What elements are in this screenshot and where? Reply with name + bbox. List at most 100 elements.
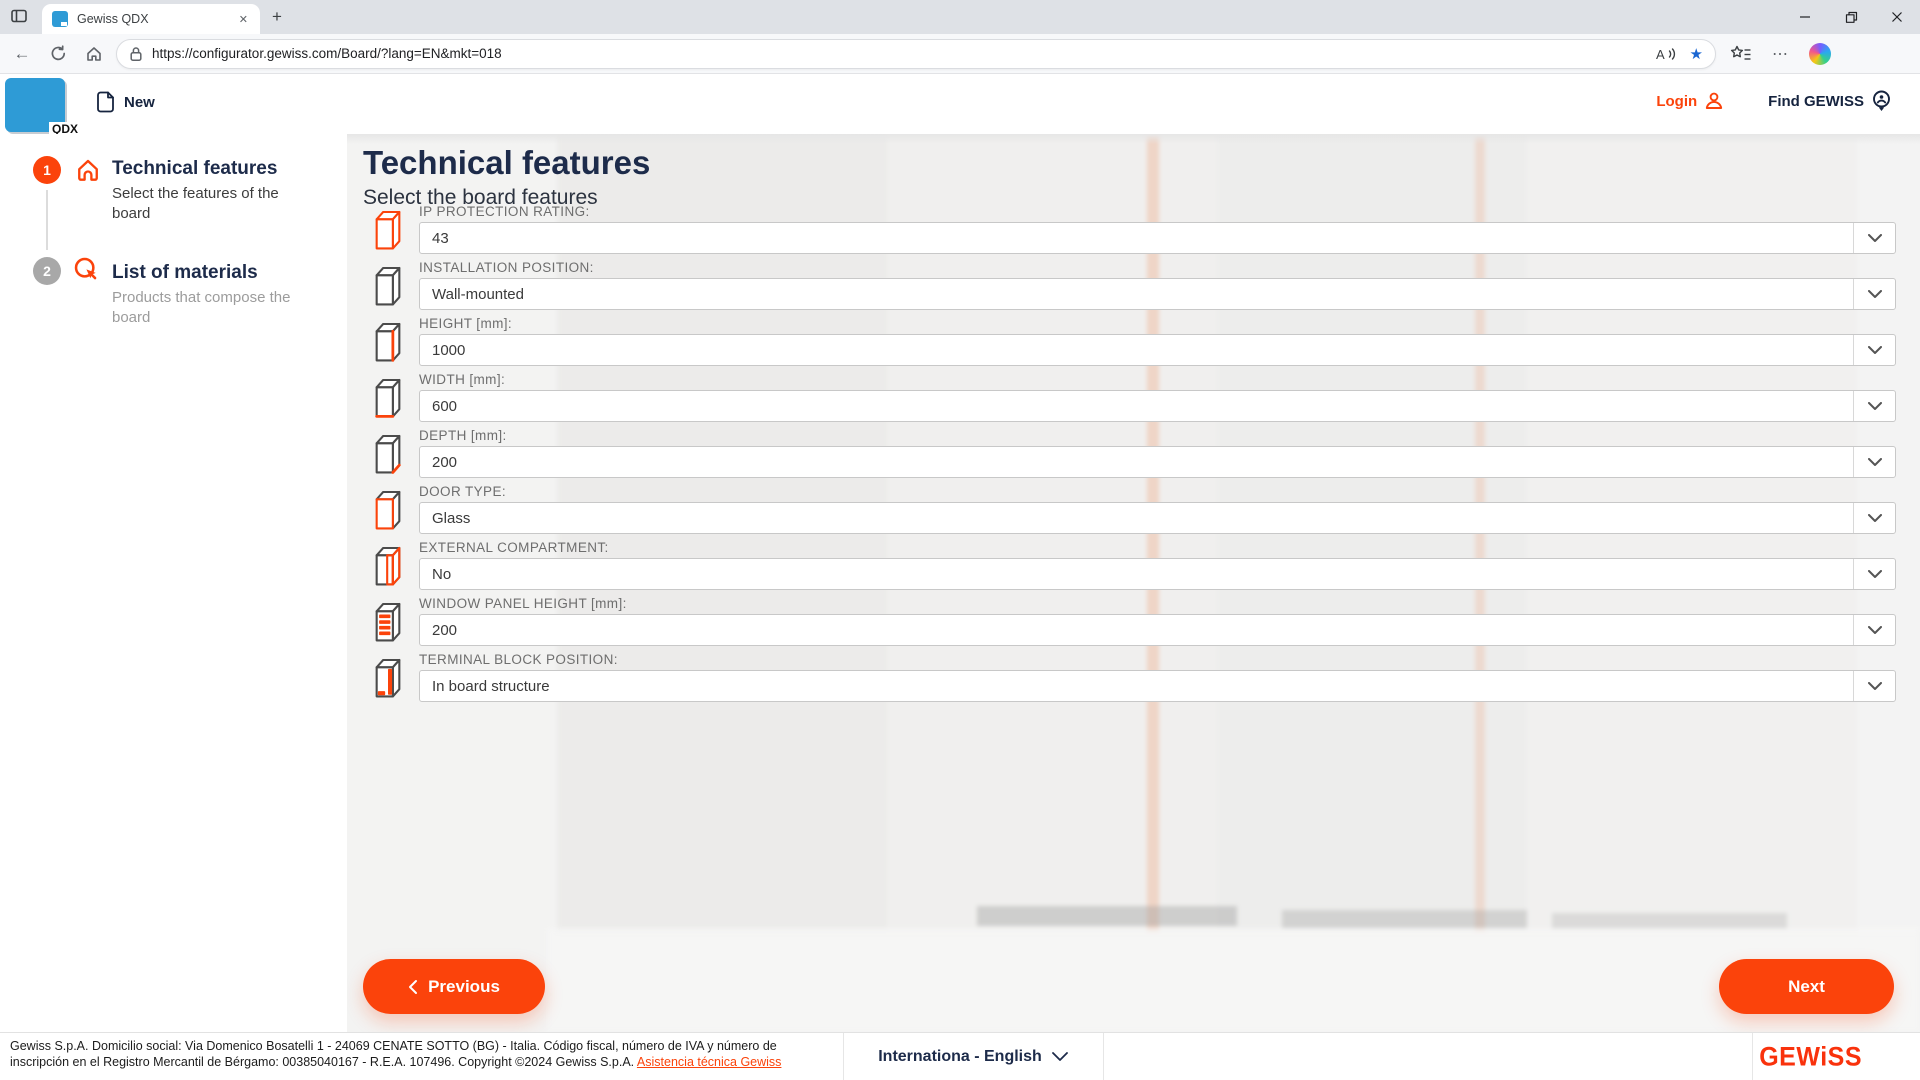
- new-tab-button[interactable]: +: [272, 8, 282, 26]
- cabinet-height-icon: [371, 317, 405, 365]
- support-link[interactable]: Asistencia técnica Gewiss: [637, 1055, 782, 1069]
- browser-tab-bar: Gewiss QDX ✕ +: [0, 0, 1920, 34]
- field-label: HEIGHT [mm]:: [419, 316, 512, 331]
- main-panel: Technical features Select the board feat…: [347, 134, 1920, 1032]
- refresh-icon[interactable]: [44, 40, 72, 68]
- app-header: QDX New Login Find GEWISS: [0, 74, 1920, 134]
- field-row-external-compartment: EXTERNAL COMPARTMENT: No: [347, 536, 1920, 592]
- field-label: INSTALLATION POSITION:: [419, 260, 594, 275]
- chevron-down-icon[interactable]: [1853, 503, 1895, 533]
- previous-label: Previous: [428, 977, 500, 997]
- gewiss-logo[interactable]: GEWiSS: [1759, 1042, 1862, 1073]
- browser-menu-icon[interactable]: ⋯: [1772, 44, 1789, 64]
- select-value: 600: [420, 398, 457, 415]
- sidebar-item-technical-features[interactable]: Technical features: [112, 158, 277, 180]
- previous-button[interactable]: Previous: [363, 959, 545, 1014]
- door-type-select[interactable]: Glass: [419, 502, 1896, 534]
- minimize-button[interactable]: [1782, 0, 1828, 34]
- select-value: 200: [420, 622, 457, 639]
- new-board-button[interactable]: New: [95, 90, 155, 114]
- footer-divider: [1752, 1033, 1753, 1080]
- terminal-block-position-select[interactable]: In board structure: [419, 670, 1896, 702]
- select-value: Glass: [420, 510, 470, 527]
- select-value: In board structure: [420, 678, 550, 695]
- depth-select[interactable]: 200: [419, 446, 1896, 478]
- login-label: Login: [1656, 93, 1697, 110]
- field-row-terminal-block: TERMINAL BLOCK POSITION: In board struct…: [347, 648, 1920, 704]
- field-label: DOOR TYPE:: [419, 484, 506, 499]
- field-label: TERMINAL BLOCK POSITION:: [419, 652, 618, 667]
- external-compartment-select[interactable]: No: [419, 558, 1896, 590]
- chevron-left-icon: [408, 979, 418, 995]
- field-row-width: WIDTH [mm]: 600: [347, 368, 1920, 424]
- step-2-badge: 2: [33, 257, 61, 285]
- select-value: Wall-mounted: [420, 286, 524, 303]
- window-panel-height-select[interactable]: 200: [419, 614, 1896, 646]
- next-label: Next: [1788, 977, 1825, 997]
- height-select[interactable]: 1000: [419, 334, 1896, 366]
- restore-button[interactable]: [1828, 0, 1874, 34]
- browser-tab[interactable]: Gewiss QDX ✕: [42, 4, 260, 34]
- chevron-down-icon[interactable]: [1853, 391, 1895, 421]
- chevron-down-icon[interactable]: [1853, 615, 1895, 645]
- find-gewiss-button[interactable]: Find GEWISS: [1768, 90, 1892, 112]
- next-button[interactable]: Next: [1719, 959, 1894, 1014]
- chevron-down-icon[interactable]: [1853, 279, 1895, 309]
- toolbar-right-icons: ⋯: [1730, 43, 1831, 65]
- field-label: WIDTH [mm]:: [419, 372, 505, 387]
- login-button[interactable]: Login: [1656, 91, 1724, 111]
- address-bar[interactable]: https://configurator.gewiss.com/Board/?l…: [116, 39, 1716, 69]
- find-gewiss-label: Find GEWISS: [1768, 93, 1864, 110]
- page-title: Technical features: [363, 144, 650, 182]
- cabinet-compartment-icon: [371, 541, 405, 589]
- chevron-down-icon[interactable]: [1853, 335, 1895, 365]
- materials-search-icon: [72, 255, 102, 285]
- home-icon[interactable]: [80, 40, 108, 68]
- sidebar-item-list-of-materials[interactable]: List of materials: [112, 262, 258, 284]
- svg-text:A: A: [1656, 47, 1665, 62]
- collections-icon[interactable]: [1730, 45, 1752, 63]
- width-select[interactable]: 600: [419, 390, 1896, 422]
- field-row-ip-rating: IP PROTECTION RATING: 43: [347, 200, 1920, 256]
- user-icon: [1704, 91, 1724, 111]
- tab-title: Gewiss QDX: [77, 12, 235, 26]
- language-selector[interactable]: Internationa - English: [843, 1033, 1103, 1080]
- tab-close-icon[interactable]: ✕: [235, 11, 252, 28]
- favorite-star-icon[interactable]: ★: [1690, 45, 1703, 63]
- back-icon[interactable]: ←: [8, 40, 36, 68]
- language-label: Internationa - English: [878, 1048, 1042, 1066]
- cabinet-door-icon: [371, 485, 405, 533]
- board-feature-form: IP PROTECTION RATING: 43 INSTALLATION PO…: [347, 200, 1920, 704]
- new-document-icon: [95, 90, 117, 114]
- header-actions: Login Find GEWISS: [1656, 90, 1892, 112]
- field-row-installation: INSTALLATION POSITION: Wall-mounted: [347, 256, 1920, 312]
- field-label: IP PROTECTION RATING:: [419, 204, 590, 219]
- url-text[interactable]: https://configurator.gewiss.com/Board/?l…: [152, 46, 1644, 61]
- chevron-down-icon[interactable]: [1853, 223, 1895, 253]
- installation-position-select[interactable]: Wall-mounted: [419, 278, 1896, 310]
- cabinet-window-panel-icon: [371, 597, 405, 645]
- copilot-icon[interactable]: [1809, 43, 1831, 65]
- legal-text: Gewiss S.p.A. Domicilio social: Via Dome…: [10, 1039, 810, 1070]
- step-1-subtitle: Select the features of the board: [112, 184, 317, 224]
- browser-window: Gewiss QDX ✕ + ← https://configurator.ge: [0, 0, 1920, 1080]
- lock-icon: [129, 46, 143, 62]
- chevron-down-icon[interactable]: [1853, 559, 1895, 589]
- chevron-down-icon[interactable]: [1853, 671, 1895, 701]
- new-label: New: [124, 94, 155, 111]
- browser-toolbar: ← https://configurator.gewiss.com/Board/…: [0, 34, 1920, 74]
- close-window-button[interactable]: [1874, 0, 1920, 34]
- read-aloud-icon[interactable]: A: [1656, 46, 1678, 62]
- qdx-logo[interactable]: QDX: [5, 78, 65, 132]
- field-row-door-type: DOOR TYPE: Glass: [347, 480, 1920, 536]
- ip-rating-select[interactable]: 43: [419, 222, 1896, 254]
- footer-divider: [1103, 1033, 1104, 1080]
- tab-actions-icon[interactable]: [10, 7, 28, 25]
- app-body: 1 Technical features Select the features…: [0, 134, 1920, 1032]
- cabinet-depth-icon: [371, 429, 405, 477]
- cabinet-installation-icon: [371, 261, 405, 309]
- field-label: WINDOW PANEL HEIGHT [mm]:: [419, 596, 627, 611]
- chevron-down-icon[interactable]: [1853, 447, 1895, 477]
- step-2-subtitle: Products that compose the board: [112, 288, 317, 328]
- field-row-depth: DEPTH [mm]: 200: [347, 424, 1920, 480]
